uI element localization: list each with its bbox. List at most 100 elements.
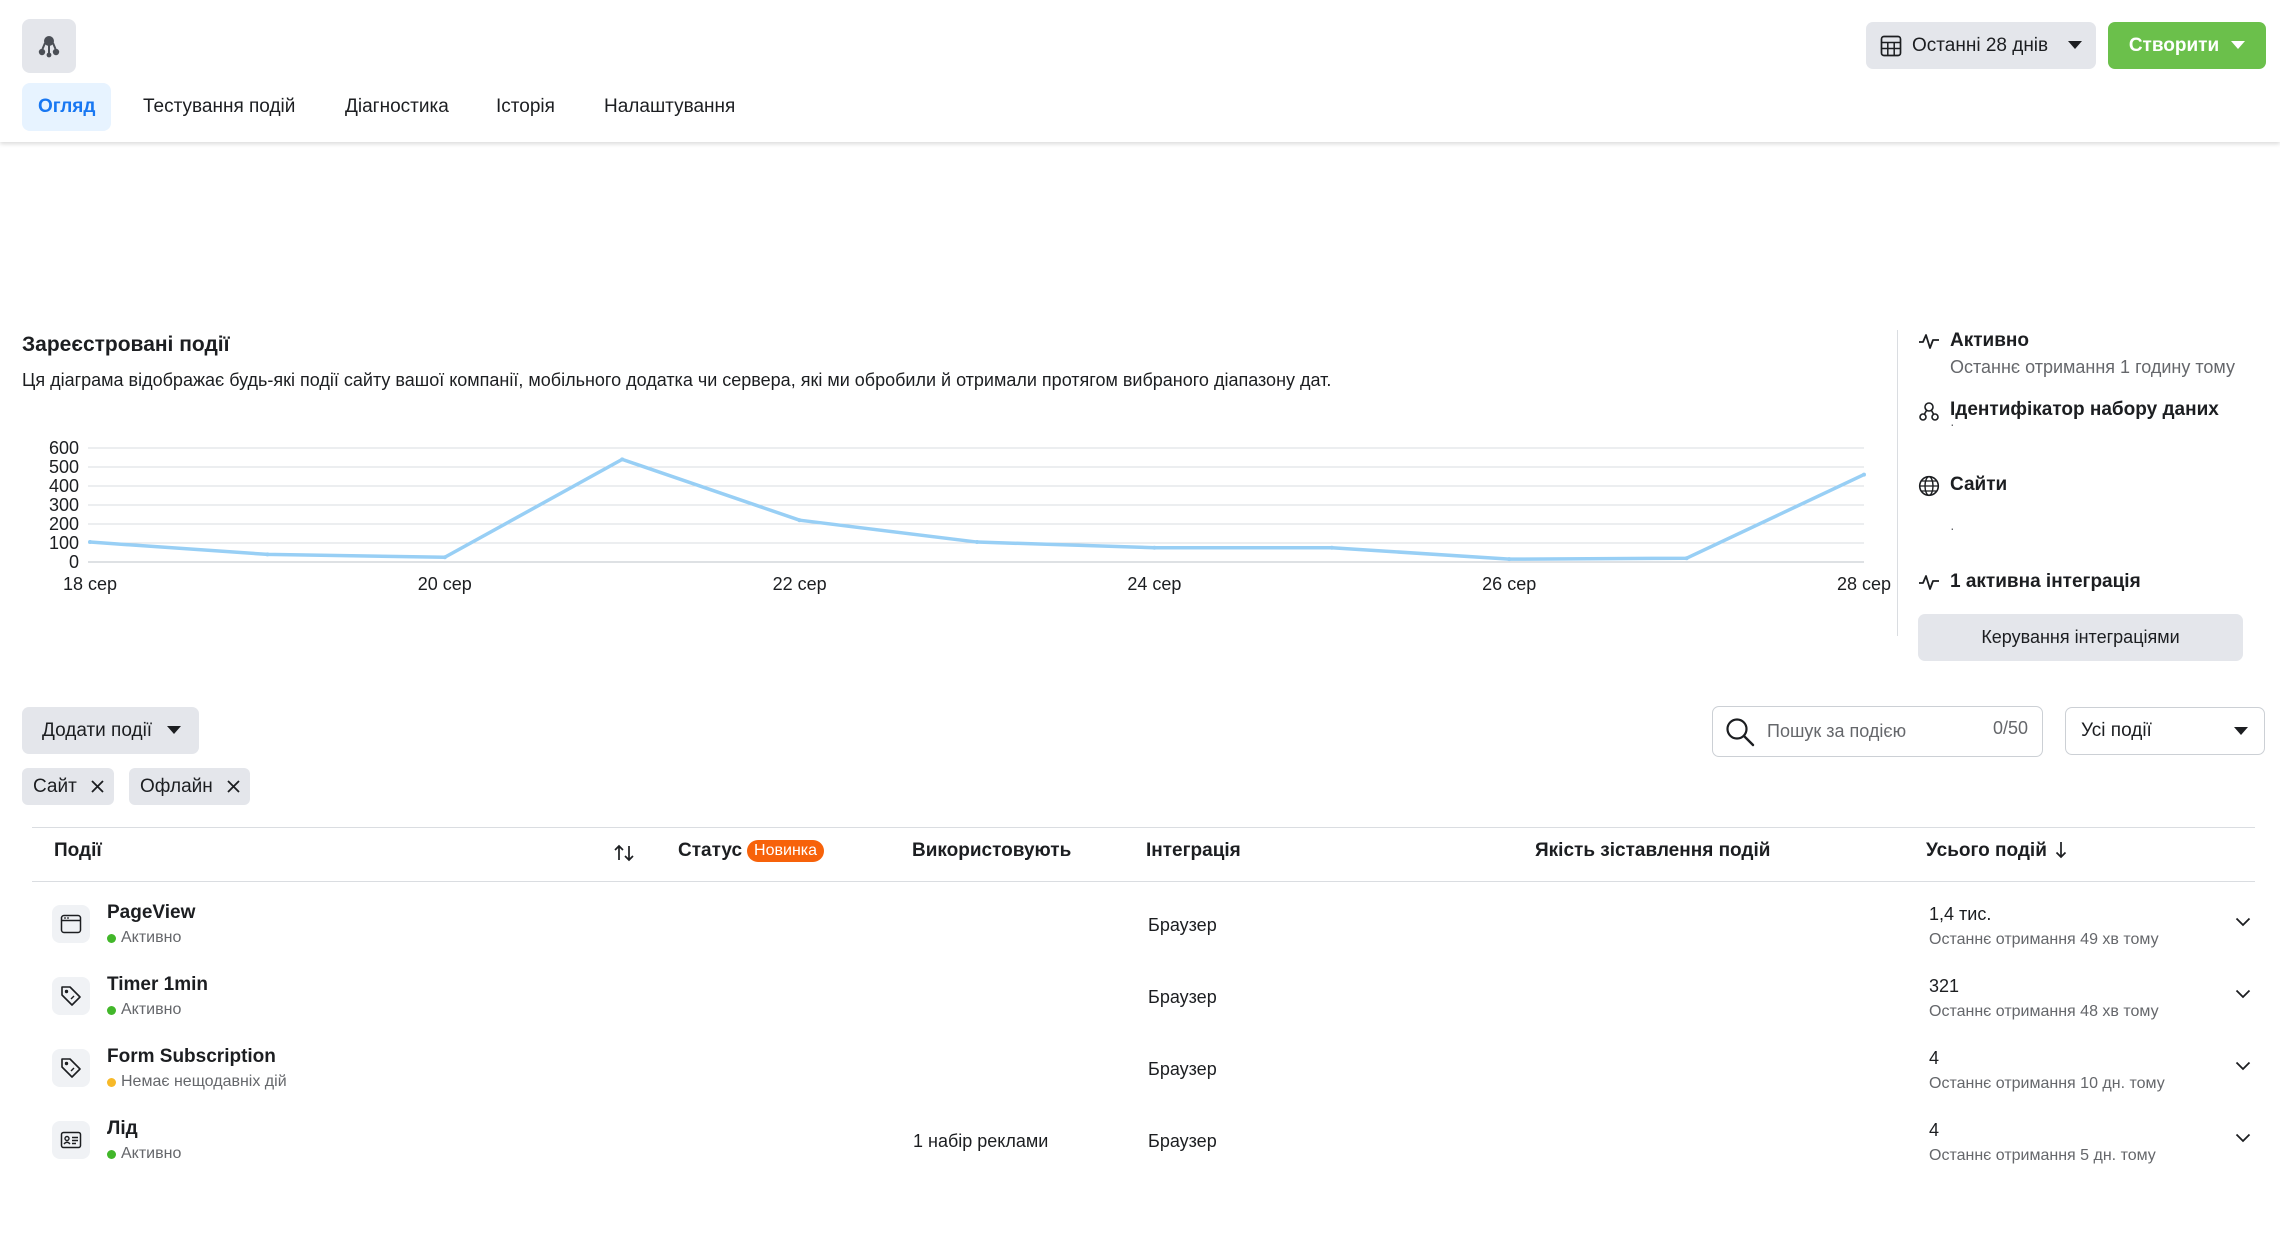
event-status: Активно [107, 1001, 181, 1019]
event-name: Form Subscription [107, 1046, 276, 1067]
section-title: Зареєстровані події [22, 333, 230, 356]
manage-integrations-label: Керування інтеграціями [1981, 627, 2180, 647]
table-row[interactable]: PageView Активно Браузер 1,4 тис. Останн… [32, 891, 2255, 963]
column-header-events[interactable]: Події [54, 840, 102, 862]
event-status-label: Активно [121, 1145, 182, 1162]
tab-history[interactable]: Історія [480, 83, 571, 131]
manage-integrations-button[interactable]: Керування інтеграціями [1918, 614, 2243, 661]
status-dot [107, 1005, 116, 1015]
close-icon[interactable] [91, 780, 104, 793]
total-header-label: Усього подій [1926, 840, 2047, 861]
x-tick-label: 20 сер [418, 574, 472, 594]
tab-label: Діагностика [345, 96, 449, 117]
calendar-icon [1880, 35, 1902, 57]
x-tick-label: 24 сер [1127, 574, 1181, 594]
tab-diagnostics[interactable]: Діагностика [329, 83, 465, 131]
table-top-divider [32, 827, 2255, 828]
tab-overview[interactable]: Огляд [22, 83, 112, 131]
x-tick-label: 28 сер [1837, 574, 1891, 594]
sort-icon[interactable] [613, 844, 635, 862]
column-header-integration[interactable]: Інтеграція [1146, 840, 1241, 862]
chevron-down-icon[interactable] [2235, 989, 2251, 999]
search-placeholder: Пошук за подією [1767, 721, 1907, 741]
event-last-received: Останнє отримання 49 хв тому [1929, 931, 2159, 948]
y-tick-label: 600 [49, 438, 79, 458]
chip-label: Офлайн [140, 775, 213, 797]
browser-window-icon [52, 905, 90, 943]
chevron-down-icon[interactable] [2235, 1061, 2251, 1071]
tag-icon [52, 1049, 90, 1087]
data-point [1152, 545, 1157, 550]
event-integration: Браузер [1148, 1059, 1217, 1079]
event-name: Лід [107, 1118, 138, 1139]
top-header: Огляд Тестування подій Діагностика Істор… [0, 0, 2280, 142]
event-last-received: Останнє отримання 10 дн. тому [1929, 1075, 2165, 1092]
status-subtitle: Останнє отримання 1 годину тому [1950, 357, 2235, 377]
events-filter-dropdown[interactable]: Усі події [2065, 707, 2265, 755]
event-search-field[interactable]: Пошук за подією 0/50 [1712, 706, 2043, 757]
events-line-chart: 0100200300400500600 18 сер 20 сер 22 сер 24 … [49, 438, 1891, 594]
event-integration: Браузер [1148, 1131, 1217, 1151]
status-dot [107, 1077, 116, 1087]
caret-down-icon [167, 726, 181, 735]
globe-icon [1918, 475, 1940, 497]
search-icon [1725, 717, 1755, 747]
caret-down-icon [2234, 726, 2248, 736]
chevron-down-icon[interactable] [2235, 917, 2251, 927]
panel-divider [1897, 330, 1898, 636]
event-last-received: Останнє отримання 48 хв тому [1929, 1003, 2159, 1020]
dataset-logo-icon[interactable] [22, 19, 76, 73]
y-tick-label: 0 [69, 552, 79, 572]
dataset-id-title: Ідентифікатор набору даних [1950, 399, 2219, 420]
dataset-id-value: · [1950, 416, 1955, 432]
data-point [1684, 556, 1689, 561]
event-integration: Браузер [1148, 987, 1217, 1007]
event-status: Активно [107, 1145, 181, 1163]
table-row[interactable]: Лід Активно 1 набір реклами Браузер 4 Ос… [32, 1107, 2255, 1179]
active-integrations-title: 1 активна інтеграція [1950, 571, 2141, 592]
status-header-label: Статус [678, 840, 743, 861]
event-total: 321 [1929, 976, 1960, 996]
create-button[interactable]: Створити [2108, 22, 2266, 69]
y-tick-label: 100 [49, 533, 79, 553]
new-badge: Новинка [747, 840, 825, 862]
column-header-total[interactable]: Усього подій [1926, 840, 2067, 862]
tab-settings[interactable]: Налаштування [588, 83, 751, 131]
chevron-down-icon[interactable] [2235, 1133, 2251, 1143]
status-dot [107, 1149, 116, 1159]
data-point [620, 457, 625, 462]
create-label: Створити [2128, 34, 2220, 56]
event-status: Активно [107, 929, 181, 947]
x-tick-label: 22 сер [773, 574, 827, 594]
data-point [975, 540, 979, 545]
series-line [89, 457, 1865, 561]
y-tick-label: 200 [49, 514, 79, 534]
integration-activity-icon [1918, 573, 1940, 591]
add-events-button[interactable]: Додати події [22, 707, 199, 754]
event-status-label: Активно [121, 929, 182, 946]
event-last-received: Останнє отримання 5 дн. тому [1929, 1147, 2156, 1164]
column-header-used-by[interactable]: Використовують [912, 840, 1071, 862]
filter-chip-offline: Офлайн [129, 768, 250, 805]
arrow-down-icon [2055, 841, 2067, 859]
id-card-icon [52, 1121, 90, 1159]
event-status-label: Немає нещодавніх дій [121, 1073, 287, 1090]
tab-test-events[interactable]: Тестування подій [127, 83, 311, 131]
table-row[interactable]: Timer 1min Активно Браузер 321 Останнє о… [32, 963, 2255, 1035]
table-row[interactable]: Form Subscription Немає нещодавніх дій Б… [32, 1035, 2255, 1107]
chip-label: Сайт [33, 775, 77, 797]
event-used-by[interactable]: 1 набір реклами [913, 1131, 1048, 1152]
tag-icon [52, 977, 90, 1015]
event-status-label: Активно [121, 1001, 182, 1018]
close-icon[interactable] [227, 780, 240, 793]
column-header-status[interactable]: Статус Новинка [678, 840, 825, 862]
y-tick-label: 500 [49, 457, 79, 477]
status-dot [107, 933, 116, 943]
column-header-match-quality[interactable]: Якість зіставлення подій [1535, 840, 1770, 862]
data-point [1862, 472, 1866, 477]
date-range-picker[interactable]: Останні 28 днів [1866, 22, 2096, 69]
event-status: Немає нещодавніх дій [107, 1073, 287, 1091]
tab-label: Налаштування [604, 96, 736, 117]
y-tick-label: 300 [49, 495, 79, 515]
tab-label: Тестування подій [143, 96, 296, 117]
